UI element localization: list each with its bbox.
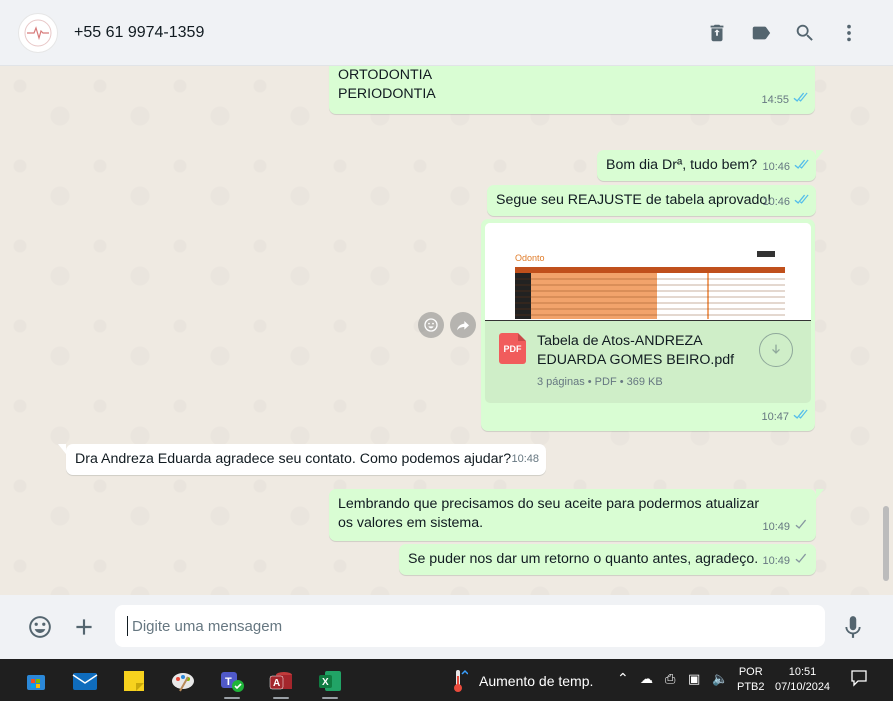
double-check-icon (792, 91, 808, 110)
svg-text:A: A (273, 678, 280, 689)
message-time: 14:55 (761, 94, 789, 106)
svg-text:T: T (225, 676, 232, 688)
message-meta: 10:46 (762, 193, 809, 212)
message-time: 10:46 (762, 196, 790, 208)
message-composer: Digite uma mensagem (0, 595, 893, 659)
menu-icon[interactable] (827, 11, 871, 55)
notification-icon[interactable] (850, 669, 868, 692)
microphone-icon[interactable] (833, 607, 873, 647)
search-icon[interactable] (783, 11, 827, 55)
cloud-sync-icon[interactable]: ☁ (640, 671, 653, 686)
svg-text:X: X (322, 677, 329, 688)
message-meta: 10:49 (762, 518, 809, 537)
teams-icon[interactable]: T (216, 665, 248, 699)
forward-icon[interactable] (450, 312, 476, 338)
chat-header: +55 61 9974-1359 (0, 0, 893, 66)
message-outgoing[interactable]: Lembrando que precisamos do seu aceite p… (329, 489, 824, 541)
single-check-icon (793, 552, 809, 571)
contact-name[interactable]: +55 61 9974-1359 (74, 24, 204, 42)
double-check-icon (793, 158, 809, 177)
message-incoming[interactable]: Dra Andreza Eduarda agradece seu contato… (58, 444, 546, 475)
message-text: Dra Andreza Eduarda agradece seu contato… (75, 451, 512, 467)
message-outgoing[interactable]: Segue seu REAJUSTE de tabela aprovado! 1… (487, 185, 816, 216)
excel-icon[interactable]: X (314, 665, 346, 699)
svg-text:Odonto: Odonto (515, 253, 545, 263)
thermometer-icon[interactable] (442, 665, 474, 697)
message-time: 10:48 (511, 453, 539, 465)
message-time: 10:49 (762, 555, 790, 567)
message-meta: 14:55 (761, 91, 808, 110)
message-text: ORTODONTIA PERIODONTIA (338, 67, 436, 102)
message-time: 10:46 (762, 161, 790, 173)
document-info[interactable]: PDF Tabela de Atos-ANDREZA EDUARDA GOMES… (485, 321, 811, 403)
message-text: Lembrando que precisamos do seu aceite p… (338, 496, 764, 531)
label-icon[interactable] (739, 11, 783, 55)
single-check-icon (793, 518, 809, 537)
document-preview[interactable]: Odonto (485, 223, 811, 321)
store-icon[interactable] (20, 665, 52, 697)
sticky-notes-icon[interactable] (118, 665, 150, 697)
message-time: 10:49 (762, 521, 790, 533)
access-icon[interactable]: A (265, 665, 297, 699)
paint-icon[interactable] (167, 665, 199, 697)
contact-avatar[interactable] (18, 12, 58, 53)
react-emoji-icon[interactable] (418, 312, 444, 338)
clock[interactable]: 10:51 07/10/2024 (775, 665, 830, 695)
chat-area[interactable]: ORTODONTIA PERIODONTIA 14:55 Bom dia Drª… (0, 66, 893, 595)
message-meta: 10:46 (762, 158, 809, 177)
message-meta: 10:49 (762, 552, 809, 571)
emoji-icon[interactable] (20, 607, 60, 647)
message-outgoing[interactable]: ORTODONTIA PERIODONTIA 14:55 (329, 66, 815, 114)
clipboard-icon[interactable]: ⎙ (665, 671, 675, 686)
mail-icon[interactable] (69, 665, 101, 697)
message-input[interactable]: Digite uma mensagem (115, 605, 825, 647)
double-check-icon (793, 193, 809, 212)
tray-chevron-icon[interactable]: ⌃ (617, 671, 629, 686)
download-icon[interactable] (759, 333, 793, 367)
message-time: 10:47 (761, 411, 789, 423)
pdf-file-icon: PDF (499, 333, 526, 364)
document-file-name: Tabela de Atos-ANDREZA EDUARDA GOMES BEI… (537, 333, 735, 368)
attach-plus-icon[interactable] (64, 607, 104, 647)
document-file-meta: 3 páginas • PDF • 369 KB (537, 376, 663, 388)
network-icon[interactable]: ▣ (688, 671, 700, 686)
double-check-icon (792, 408, 808, 427)
language-indicator[interactable]: POR PTB2 (737, 665, 765, 695)
message-input-placeholder: Digite uma mensagem (132, 617, 283, 635)
document-message[interactable]: Odonto PDF Tabela de Atos-ANDREZA EDUARD… (481, 219, 815, 431)
clinic-logo-icon (24, 19, 52, 46)
weather-text[interactable]: Aumento de temp. (479, 673, 593, 689)
message-text: Se puder nos dar um retorno o quanto ant… (408, 551, 759, 567)
message-outgoing[interactable]: Bom dia Drª, tudo bem? 10:46 (597, 150, 824, 181)
windows-taskbar: T A X Aumento de temp. ⌃ ☁ ⎙ ▣ 🔈 POR PTB… (0, 659, 893, 701)
message-meta: 10:48 (511, 450, 539, 469)
spreadsheet-thumbnail: Odonto (485, 223, 811, 321)
message-meta: 10:47 (761, 408, 808, 427)
message-outgoing[interactable]: Se puder nos dar um retorno o quanto ant… (399, 544, 816, 575)
chat-scrollbar[interactable] (883, 506, 889, 581)
delete-icon[interactable] (695, 11, 739, 55)
volume-icon[interactable]: 🔈 (712, 671, 728, 686)
